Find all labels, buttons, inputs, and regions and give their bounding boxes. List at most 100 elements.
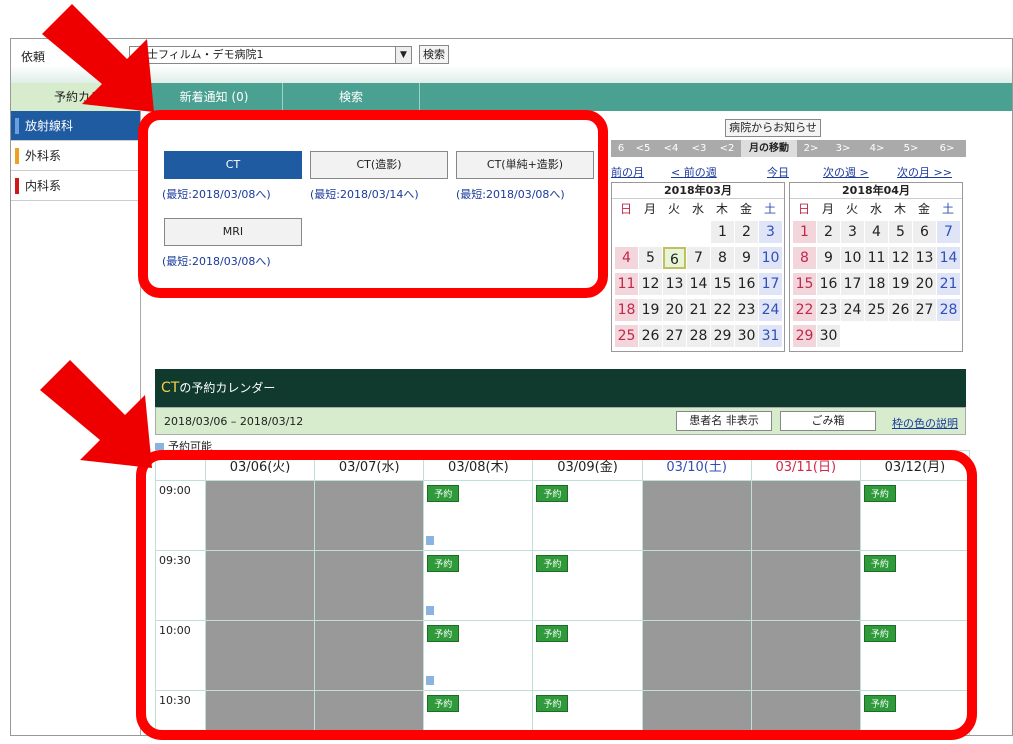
hospital-search-button[interactable]: 検索 xyxy=(419,45,449,64)
calendar-blank xyxy=(663,221,686,243)
calendar-day[interactable]: 19 xyxy=(639,299,662,321)
calendar-day[interactable]: 23 xyxy=(817,299,840,321)
calendar-day[interactable]: 26 xyxy=(639,325,662,347)
calendar-day[interactable]: 20 xyxy=(663,299,686,321)
month-back-4[interactable]: <4 xyxy=(661,140,681,157)
next-month-link[interactable]: 次の月 >> xyxy=(897,164,952,180)
calendar-day[interactable]: 1 xyxy=(711,221,734,243)
chevron-down-icon[interactable]: ▼ xyxy=(395,47,411,63)
calendar-day[interactable]: 11 xyxy=(615,273,638,295)
month-back-3[interactable]: <3 xyxy=(689,140,709,157)
calendar-day[interactable]: 3 xyxy=(759,221,782,243)
calendar-day[interactable]: 28 xyxy=(687,325,710,347)
calendar-day[interactable]: 22 xyxy=(711,299,734,321)
calendar-day[interactable]: 5 xyxy=(639,247,662,269)
calendar-day[interactable]: 12 xyxy=(889,247,912,269)
modality-ct-contrast-button[interactable]: CT(造影) xyxy=(310,151,448,179)
month-fwd-4[interactable]: 4> xyxy=(867,140,887,157)
calendar-day[interactable]: 8 xyxy=(711,247,734,269)
calendar-day[interactable]: 11 xyxy=(865,247,888,269)
calendar-day[interactable]: 20 xyxy=(913,273,936,295)
modality-ct-note[interactable]: (最短:2018/03/08へ) xyxy=(162,186,271,202)
today-link[interactable]: 今日 xyxy=(767,164,789,180)
calendar-day[interactable]: 16 xyxy=(735,273,758,295)
sidebar-item-radiology[interactable]: 放射線科 xyxy=(11,111,140,141)
hospital-select[interactable]: 富士フィルム・デモ病院1 ▼ xyxy=(129,46,412,64)
month-fwd-5[interactable]: 5> xyxy=(901,140,921,157)
calendar-day[interactable]: 16 xyxy=(817,273,840,295)
modality-ct-plain-contrast-note[interactable]: (最短:2018/03/08へ) xyxy=(456,186,565,202)
next-week-link[interactable]: 次の週 > xyxy=(823,164,869,180)
calendar-day[interactable]: 27 xyxy=(913,299,936,321)
calendar-day[interactable]: 29 xyxy=(793,325,816,347)
calendar-day[interactable]: 17 xyxy=(841,273,864,295)
calendar-day[interactable]: 19 xyxy=(889,273,912,295)
calendar-day[interactable]: 22 xyxy=(793,299,816,321)
calendar-day[interactable]: 1 xyxy=(793,221,816,243)
calendar-day[interactable]: 24 xyxy=(759,299,782,321)
calendar-day[interactable]: 2 xyxy=(735,221,758,243)
calendar-day[interactable]: 23 xyxy=(735,299,758,321)
calendar-day[interactable]: 14 xyxy=(937,247,960,269)
modality-mri-note[interactable]: (最短:2018/03/08へ) xyxy=(162,253,271,269)
modality-ct-button[interactable]: CT xyxy=(164,151,302,179)
calendar-day[interactable]: 4 xyxy=(865,221,888,243)
calendar-day[interactable]: 27 xyxy=(663,325,686,347)
calendar-day[interactable]: 9 xyxy=(735,247,758,269)
prev-week-link[interactable]: < 前の週 xyxy=(671,164,717,180)
calendar-day[interactable]: 10 xyxy=(759,247,782,269)
calendar-day[interactable]: 25 xyxy=(865,299,888,321)
legend-link[interactable]: 枠の色の説明 xyxy=(892,415,958,431)
calendar-day[interactable]: 5 xyxy=(889,221,912,243)
calendar-day[interactable]: 12 xyxy=(639,273,662,295)
modality-mri-button[interactable]: MRI xyxy=(164,218,302,246)
weekday-label: 土 xyxy=(763,202,776,216)
calendar-day[interactable]: 25 xyxy=(615,325,638,347)
month-fwd-3[interactable]: 3> xyxy=(833,140,853,157)
calendar-day[interactable]: 2 xyxy=(817,221,840,243)
trash-button[interactable]: ごみ箱 xyxy=(780,411,876,431)
calendar-day[interactable]: 31 xyxy=(759,325,782,347)
calendar-day[interactable]: 18 xyxy=(615,299,638,321)
hide-patient-name-button[interactable]: 患者名 非表示 xyxy=(676,411,772,431)
calendar-day[interactable]: 21 xyxy=(687,299,710,321)
hospital-notice-button[interactable]: 病院からお知らせ xyxy=(725,119,821,137)
calendar-day[interactable]: 8 xyxy=(793,247,816,269)
calendar-day[interactable]: 13 xyxy=(913,247,936,269)
calendar-day[interactable]: 4 xyxy=(615,247,638,269)
calendar-day[interactable]: 24 xyxy=(841,299,864,321)
modality-ct-contrast-note[interactable]: (最短:2018/03/14へ) xyxy=(310,186,419,202)
calendar-day[interactable]: 13 xyxy=(663,273,686,295)
calendar-day[interactable]: 6 xyxy=(663,247,686,269)
calendar-day[interactable]: 14 xyxy=(687,273,710,295)
month-fwd-2[interactable]: 2> xyxy=(801,140,821,157)
calendar-day[interactable]: 15 xyxy=(793,273,816,295)
month-back-5[interactable]: <5 xyxy=(633,140,653,157)
booking-grid-highlight xyxy=(136,450,977,740)
booking-range-bar: 2018/03/06 – 2018/03/12 患者名 非表示 ごみ箱 枠の色の… xyxy=(155,407,966,435)
calendar-day[interactable]: 17 xyxy=(759,273,782,295)
modality-ct-plain-contrast-button[interactable]: CT(単純+造影) xyxy=(456,151,594,179)
calendar-day[interactable]: 29 xyxy=(711,325,734,347)
tab-new-notifications[interactable]: 新着通知 (0) xyxy=(146,83,283,111)
calendar-day[interactable]: 21 xyxy=(937,273,960,295)
month-back-6[interactable]: 6 xyxy=(611,140,631,157)
calendar-day[interactable]: 10 xyxy=(841,247,864,269)
calendar-day[interactable]: 30 xyxy=(735,325,758,347)
sidebar-item-surgery[interactable]: 外科系 xyxy=(11,141,140,171)
sidebar-item-internal[interactable]: 内科系 xyxy=(11,171,140,201)
tab-search[interactable]: 検索 xyxy=(283,83,420,111)
calendar-day[interactable]: 6 xyxy=(913,221,936,243)
calendar-day[interactable]: 3 xyxy=(841,221,864,243)
calendar-day[interactable]: 15 xyxy=(711,273,734,295)
calendar-day[interactable]: 7 xyxy=(687,247,710,269)
calendar-day[interactable]: 28 xyxy=(937,299,960,321)
calendar-day[interactable]: 18 xyxy=(865,273,888,295)
calendar-day[interactable]: 7 xyxy=(937,221,960,243)
prev-month-link[interactable]: 前の月 xyxy=(611,164,644,180)
month-back-2[interactable]: <2 xyxy=(717,140,737,157)
calendar-day[interactable]: 30 xyxy=(817,325,840,347)
calendar-day[interactable]: 26 xyxy=(889,299,912,321)
calendar-day[interactable]: 9 xyxy=(817,247,840,269)
month-fwd-6[interactable]: 6> xyxy=(937,140,957,157)
